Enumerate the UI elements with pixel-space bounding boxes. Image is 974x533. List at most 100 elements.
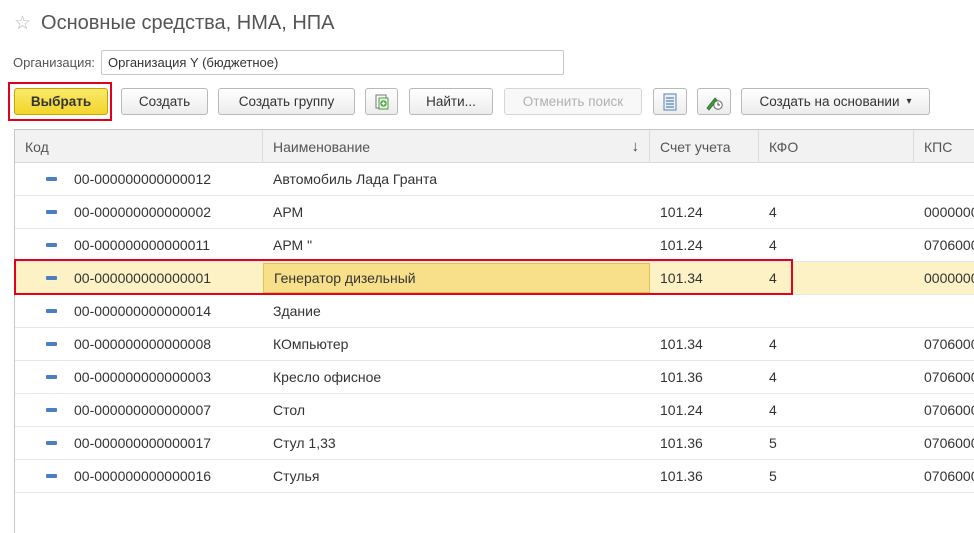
table-row[interactable]: 00-000000000000002 АРМ 101.24 4 0000000	[15, 196, 974, 229]
row-kps: 0000000	[924, 204, 974, 220]
page-title: Основные средства, НМА, НПА	[41, 11, 335, 34]
row-account: 101.34	[660, 270, 703, 286]
row-kfo: 4	[769, 270, 777, 286]
column-header-account[interactable]: Счет учета	[650, 130, 759, 163]
toolbar: Выбрать Создать Создать группу Найти... …	[0, 82, 974, 121]
items-table: Код Наименование ↓ Счет учета КФО КПС 00…	[14, 129, 974, 533]
chevron-down-icon: ▾	[906, 96, 912, 107]
row-kps	[914, 163, 974, 195]
row-account: 101.36	[660, 369, 703, 385]
create-based-on-label: Создать на основании	[759, 94, 900, 109]
row-name: АРМ "	[273, 237, 313, 253]
row-kfo	[759, 295, 769, 327]
row-name: Стол	[273, 402, 306, 418]
row-code: 00-000000000000011	[74, 237, 210, 253]
table-row[interactable]: 00-000000000000008 КОмпьютер 101.34 4 07…	[15, 328, 974, 361]
create-group-button[interactable]: Создать группу	[218, 88, 355, 115]
row-name: Стулья	[273, 468, 320, 484]
table-row[interactable]: 00-000000000000014 Здание	[15, 295, 974, 328]
column-header-kfo[interactable]: КФО	[759, 130, 914, 163]
list-icon	[663, 93, 677, 110]
select-button-label: Выбрать	[30, 94, 92, 109]
create-based-on-button[interactable]: Создать на основании ▾	[741, 88, 930, 115]
column-header-kfo-label: КФО	[769, 138, 799, 155]
row-name: Автомобиль Лада Гранта	[273, 171, 438, 187]
row-name: КОмпьютер	[273, 336, 349, 352]
row-account: 101.24	[660, 204, 703, 220]
table-row[interactable]: 00-000000000000007 Стол 101.24 4 0706000	[15, 394, 974, 427]
cancel-search-button-label: Отменить поиск	[522, 94, 624, 109]
row-account: 101.24	[660, 237, 703, 253]
row-kfo: 5	[769, 435, 777, 451]
organization-row: Организация: Организация Y (бюджетное)	[13, 49, 565, 75]
organization-label: Организация:	[13, 54, 96, 70]
column-header-code[interactable]: Код	[15, 130, 263, 163]
star-icon[interactable]: ☆	[14, 14, 31, 33]
column-header-kps-label: КПС	[924, 138, 953, 155]
sort-arrow-icon: ↓	[631, 138, 640, 155]
table-row-selected[interactable]: 00-000000000000001 Генератор дизельный 1…	[15, 262, 974, 295]
row-code: 00-000000000000002	[74, 204, 212, 220]
row-code: 00-000000000000003	[74, 369, 212, 385]
row-code: 00-000000000000001	[74, 270, 212, 286]
row-kps: 0706000	[924, 336, 974, 352]
edit-history-icon	[706, 96, 723, 111]
history-button[interactable]	[697, 88, 731, 115]
row-kfo: 4	[769, 369, 777, 385]
row-code: 00-000000000000014	[74, 303, 212, 319]
row-name: Стул 1,33	[273, 435, 336, 451]
row-kps: 0706000	[924, 402, 974, 418]
row-kps: 0706000	[924, 468, 974, 484]
row-name: АРМ	[273, 204, 304, 220]
row-account	[650, 295, 660, 327]
row-account: 101.34	[660, 336, 703, 352]
row-kps: 0706000	[924, 237, 974, 253]
column-header-name[interactable]: Наименование ↓	[263, 130, 650, 163]
find-button[interactable]: Найти...	[409, 88, 493, 115]
row-kfo: 4	[769, 336, 777, 352]
row-code: 00-000000000000008	[74, 336, 212, 352]
cancel-search-button[interactable]: Отменить поиск	[504, 88, 642, 115]
row-code: 00-000000000000017	[74, 435, 212, 451]
row-code: 00-000000000000016	[74, 468, 212, 484]
row-kfo: 4	[769, 237, 777, 253]
row-kfo: 4	[769, 402, 777, 418]
create-group-button-label: Создать группу	[238, 94, 335, 109]
column-header-kps[interactable]: КПС	[914, 130, 974, 163]
copy-icon	[375, 94, 388, 109]
column-header-account-label: Счет учета	[660, 138, 731, 155]
create-button-label: Создать	[138, 94, 191, 109]
row-account: 101.36	[660, 435, 703, 451]
select-button[interactable]: Выбрать	[14, 88, 108, 115]
row-name: Здание	[273, 303, 321, 319]
table-row[interactable]: 00-000000000000003 Кресло офисное 101.36…	[15, 361, 974, 394]
organization-field[interactable]: Организация Y (бюджетное)	[101, 49, 565, 75]
table-header: Код Наименование ↓ Счет учета КФО КПС	[15, 130, 974, 163]
column-header-code-label: Код	[25, 138, 49, 155]
row-account: 101.24	[660, 402, 703, 418]
row-name: Кресло офисное	[273, 369, 382, 385]
row-kps: 0000000	[924, 270, 974, 286]
row-kfo: 5	[769, 468, 777, 484]
list-settings-button[interactable]	[653, 88, 687, 115]
row-kfo	[759, 163, 769, 195]
title-bar: ☆ Основные средства, НМА, НПА	[14, 8, 334, 38]
column-header-name-label: Наименование	[273, 138, 371, 155]
table-row[interactable]: 00-000000000000017 Стул 1,33 101.36 5 07…	[15, 427, 974, 460]
row-kfo: 4	[769, 204, 777, 220]
copy-button[interactable]	[365, 88, 398, 115]
row-code: 00-000000000000007	[74, 402, 212, 418]
find-button-label: Найти...	[426, 94, 476, 109]
table-row[interactable]: 00-000000000000011 АРМ " 101.24 4 070600…	[15, 229, 974, 262]
row-kps: 0706000	[924, 369, 974, 385]
row-account: 101.36	[660, 468, 703, 484]
row-code: 00-000000000000012	[74, 171, 212, 187]
table-row[interactable]: 00-000000000000012 Автомобиль Лада Грант…	[15, 163, 974, 196]
row-account	[650, 163, 660, 195]
table-row[interactable]: 00-000000000000016 Стулья 101.36 5 07060…	[15, 460, 974, 493]
organization-value: Организация Y (бюджетное)	[108, 54, 279, 70]
create-button[interactable]: Создать	[121, 88, 208, 115]
row-kps: 0706000	[924, 435, 974, 451]
row-name: Генератор дизельный	[263, 263, 650, 293]
row-kps	[914, 295, 974, 327]
